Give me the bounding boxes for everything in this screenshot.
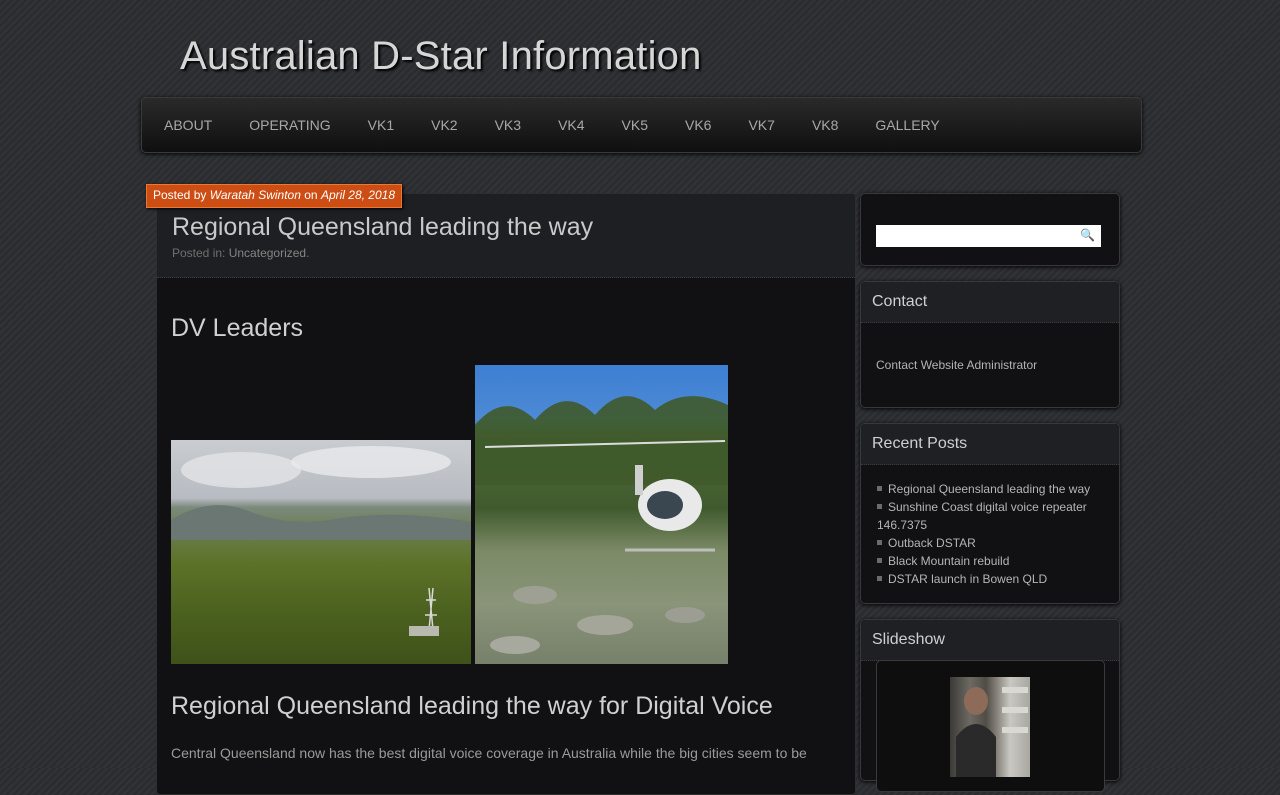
helicopter-photo-detail: [475, 396, 728, 654]
recent-posts-list: Regional Queensland leading the way Suns…: [861, 465, 1119, 588]
contact-widget: Contact Contact Website Administrator: [860, 281, 1120, 408]
post-byline: Posted by Waratah Swinton on April 28, 2…: [146, 184, 402, 208]
recent-post-item: Sunshine Coast digital voice repeater 14…: [877, 498, 1103, 534]
bullet-icon: [877, 486, 882, 491]
recent-post-item: DSTAR launch in Bowen QLD: [877, 570, 1103, 588]
category-prefix: Posted in:: [172, 246, 226, 260]
recent-post-item: Outback DSTAR: [877, 534, 1103, 552]
slideshow-frame[interactable]: [876, 660, 1105, 792]
recent-post-item: Black Mountain rebuild: [877, 552, 1103, 570]
nav-item-vk8[interactable]: VK8: [812, 117, 838, 133]
bullet-icon: [877, 576, 882, 581]
post-heading-dv-leaders: DV Leaders: [171, 314, 304, 342]
category-period: .: [306, 246, 310, 260]
recent-posts-widget: Recent Posts Regional Queensland leading…: [860, 423, 1120, 604]
site-title[interactable]: Australian D-Star Information: [180, 34, 702, 79]
nav-item-vk5[interactable]: VK5: [622, 117, 648, 133]
slideshow-widget: Slideshow: [860, 619, 1120, 792]
nav-item-vk7[interactable]: VK7: [748, 117, 774, 133]
nav-item-vk2[interactable]: VK2: [431, 117, 457, 133]
bullet-icon: [877, 558, 882, 563]
post-heading-regional: Regional Queensland leading the way for …: [171, 692, 773, 720]
contact-admin-link[interactable]: Contact Website Administrator: [876, 358, 1037, 372]
landscape-photo-detail: [171, 446, 471, 636]
nav-item-gallery[interactable]: GALLERY: [875, 117, 939, 133]
nav-item-operating[interactable]: OPERATING: [249, 117, 330, 133]
nav-item-vk4[interactable]: VK4: [558, 117, 584, 133]
nav-item-vk3[interactable]: VK3: [495, 117, 521, 133]
post-category-line: Posted in: Uncategorized.: [172, 246, 309, 260]
search-input[interactable]: 🔍: [876, 225, 1101, 247]
search-widget: 🔍: [860, 193, 1120, 266]
byline-on: on: [304, 188, 318, 202]
nav-item-vk6[interactable]: VK6: [685, 117, 711, 133]
search-icon[interactable]: 🔍: [1080, 228, 1095, 242]
recent-post-link[interactable]: Regional Queensland leading the way: [888, 482, 1090, 496]
slideshow-photo[interactable]: [950, 677, 1030, 777]
category-link[interactable]: Uncategorized: [229, 246, 306, 260]
contact-widget-title: Contact: [861, 282, 1119, 323]
byline-date-link[interactable]: April 28, 2018: [321, 188, 395, 202]
recent-posts-title: Recent Posts: [861, 424, 1119, 465]
bullet-icon: [877, 504, 882, 509]
nav-item-vk1[interactable]: VK1: [368, 117, 394, 133]
byline-prefix: Posted by: [153, 188, 207, 202]
landscape-photo[interactable]: [171, 440, 471, 664]
byline-author-link[interactable]: Waratah Swinton: [210, 188, 301, 202]
nav-item-about[interactable]: ABOUT: [164, 117, 212, 133]
recent-post-link[interactable]: Black Mountain rebuild: [888, 554, 1009, 568]
bullet-icon: [877, 540, 882, 545]
post-title[interactable]: Regional Queensland leading the way: [172, 213, 593, 242]
recent-post-link[interactable]: Sunshine Coast digital voice repeater 14…: [877, 500, 1087, 532]
main-nav: ABOUT OPERATING VK1 VK2 VK3 VK4 VK5 VK6 …: [141, 97, 1142, 153]
recent-post-link[interactable]: Outback DSTAR: [888, 536, 976, 550]
helicopter-photo[interactable]: [475, 365, 728, 664]
recent-post-item: Regional Queensland leading the way: [877, 480, 1103, 498]
recent-post-link[interactable]: DSTAR launch in Bowen QLD: [888, 572, 1047, 586]
slideshow-title: Slideshow: [861, 620, 1119, 661]
post-paragraph: Central Queensland now has the best digi…: [171, 745, 807, 761]
slideshow-photo-detail: [956, 687, 1028, 777]
